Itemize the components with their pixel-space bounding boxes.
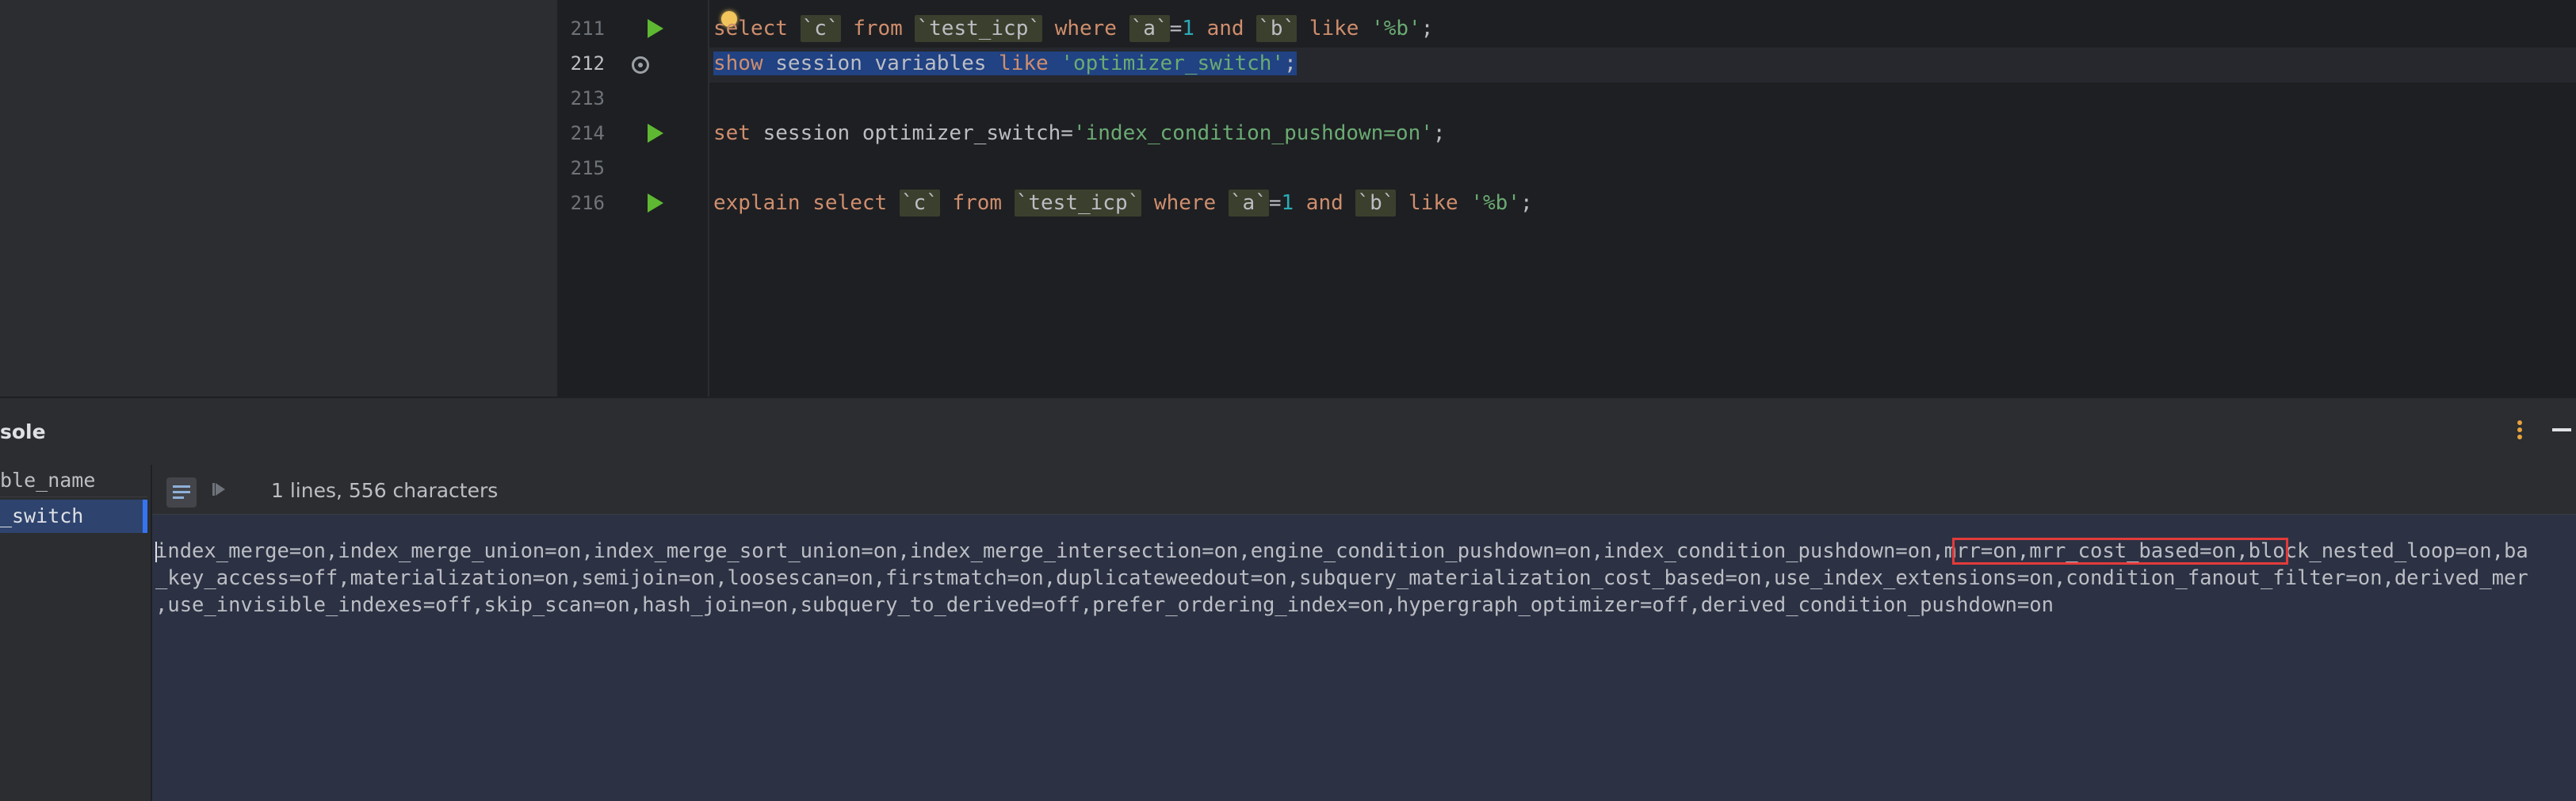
code-token: ; (1284, 52, 1297, 75)
code-token: ; (1432, 121, 1446, 145)
code-token: explain (713, 191, 801, 215)
code-token: `c` (800, 15, 841, 42)
code-token: ; (1420, 17, 1434, 40)
code-token: 'index_condition_pushdown=on' (1072, 121, 1433, 145)
value-line: ,use_invisible_indexes=off,skip_scan=on,… (155, 593, 2054, 617)
code-token: session optimizer_switch= (750, 121, 1073, 145)
line-number: 213 (570, 87, 605, 109)
code-token: session variables (762, 52, 999, 75)
code-token: where (1054, 17, 1117, 40)
line-number: 212 (570, 52, 605, 75)
more-options-icon[interactable] (2517, 420, 2523, 441)
next-icon[interactable] (212, 483, 225, 496)
code-token: show (713, 52, 763, 75)
code-token: `b` (1355, 190, 1397, 217)
code-token: like (999, 52, 1049, 75)
line-number: 215 (570, 157, 605, 179)
code-token: 1 (1281, 191, 1294, 215)
code-token: ; (1519, 191, 1533, 215)
code-token: `test_icp` (915, 15, 1043, 42)
run-icon[interactable] (648, 194, 663, 213)
value-info-label: 1 lines, 556 characters (271, 479, 499, 502)
editor-gutter: 210 211212213214215216 (559, 0, 709, 397)
target-icon[interactable] (632, 56, 649, 74)
code-token: `a` (1129, 15, 1170, 42)
run-icon[interactable] (648, 124, 663, 143)
value-line: _key_access=off,materialization=on,semij… (155, 566, 2528, 590)
code-token: from (952, 191, 1003, 215)
line-number: 216 (570, 192, 605, 214)
code-token: 1 (1182, 17, 1194, 40)
code-token: select (812, 191, 888, 215)
code-line[interactable]: set session optimizer_switch='index_cond… (713, 116, 1446, 151)
table-row[interactable]: _switch (0, 500, 147, 533)
run-icon[interactable] (648, 19, 663, 38)
code-line[interactable]: select `c` from `test_icp` where `a`=1 a… (713, 11, 1433, 46)
column-header-table-name[interactable]: ble_name (0, 465, 147, 497)
line-number: 214 (570, 122, 605, 144)
code-token: = (1268, 191, 1282, 215)
soft-wrap-button[interactable] (166, 477, 197, 508)
line-number: 211 (570, 17, 605, 40)
code-token: like (1309, 17, 1359, 40)
code-token: from (853, 17, 903, 40)
code-token: and (1206, 17, 1244, 40)
code-token: `a` (1228, 190, 1269, 217)
code-line[interactable]: explain select `c` from `test_icp` where… (713, 186, 1533, 220)
annotation-highlight-box (1952, 538, 2288, 565)
code-token: '%b' (1470, 191, 1520, 215)
code-token: and (1305, 191, 1343, 215)
code-token: `c` (899, 190, 940, 217)
code-token: select (713, 17, 788, 40)
code-token (1048, 52, 1061, 75)
services-panel: sole ble_name _switch 1 lines, 556 chara… (0, 397, 2576, 801)
code-line[interactable]: show session variables like 'optimizer_s… (713, 46, 1297, 81)
code-token: where (1153, 191, 1217, 215)
code-token: `test_icp` (1014, 190, 1142, 217)
code-token: `b` (1256, 15, 1298, 42)
code-token: like (1408, 191, 1458, 215)
panel-title: sole (0, 420, 46, 443)
project-panel (0, 0, 559, 397)
code-token: = (1169, 17, 1183, 40)
code-token: 'optimizer_switch' (1061, 52, 1285, 75)
value-viewer[interactable]: 1 lines, 556 characters index_merge=on,i… (152, 469, 2576, 801)
code-token: set (713, 121, 751, 145)
code-token: '%b' (1371, 17, 1421, 40)
sql-editor[interactable]: 210 211212213214215216 select `c` from `… (559, 0, 2576, 397)
minimize-icon[interactable] (2552, 428, 2571, 431)
viewer-toolbar: 1 lines, 556 characters (152, 469, 2576, 515)
